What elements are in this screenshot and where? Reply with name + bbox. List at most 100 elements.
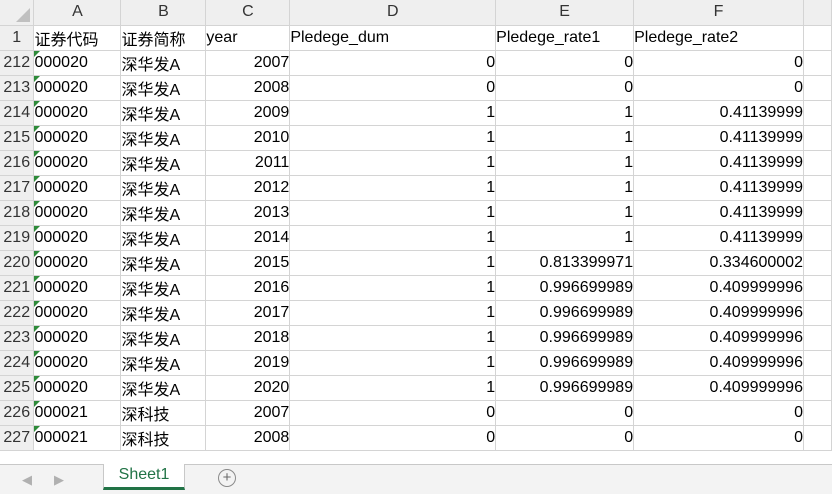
code-cell[interactable]: 000020 — [33, 200, 122, 226]
pledge-rate2-cell[interactable]: 0.334600002 — [633, 250, 804, 276]
name-cell[interactable]: 深华发A — [120, 250, 207, 276]
pledge-rate1-cell[interactable]: 0.813399971 — [495, 250, 635, 276]
row-header[interactable]: 225 — [0, 375, 35, 401]
code-cell[interactable]: 000020 — [33, 225, 122, 251]
pledge-rate1-cell[interactable]: 0 — [495, 425, 635, 451]
pledge-rate1-cell[interactable]: 0.996699989 — [495, 300, 635, 326]
row-header[interactable]: 226 — [0, 400, 35, 426]
cell-g1[interactable] — [803, 25, 832, 51]
name-cell[interactable]: 深华发A — [120, 275, 207, 301]
cell-f1[interactable]: Pledege_rate2 — [633, 25, 804, 51]
name-cell[interactable]: 深华发A — [120, 175, 207, 201]
row-header[interactable]: 214 — [0, 100, 35, 126]
pledge-rate2-cell[interactable]: 0.41139999 — [633, 150, 804, 176]
empty-cell[interactable] — [803, 175, 832, 201]
pledge-dum-cell[interactable]: 1 — [289, 225, 497, 251]
name-cell[interactable]: 深科技 — [120, 400, 207, 426]
code-cell[interactable]: 000020 — [33, 275, 122, 301]
pledge-rate1-cell[interactable]: 1 — [495, 175, 635, 201]
code-cell[interactable]: 000020 — [33, 175, 122, 201]
code-cell[interactable]: 000020 — [33, 375, 122, 401]
name-cell[interactable]: 深华发A — [120, 350, 207, 376]
row-header[interactable]: 215 — [0, 125, 35, 151]
pledge-rate1-cell[interactable]: 1 — [495, 125, 635, 151]
pledge-dum-cell[interactable]: 1 — [289, 200, 497, 226]
name-cell[interactable]: 深科技 — [120, 425, 207, 451]
year-cell[interactable]: 2019 — [205, 350, 291, 376]
row-header[interactable]: 219 — [0, 225, 35, 251]
pledge-rate2-cell[interactable]: 0.41139999 — [633, 175, 804, 201]
code-cell[interactable]: 000020 — [33, 300, 122, 326]
pledge-dum-cell[interactable]: 1 — [289, 275, 497, 301]
pledge-rate2-cell[interactable]: 0.41139999 — [633, 225, 804, 251]
scroll-tabs-right-icon[interactable]: ▶ — [54, 472, 64, 488]
year-cell[interactable]: 2013 — [205, 200, 291, 226]
year-cell[interactable]: 2020 — [205, 375, 291, 401]
cell-a1[interactable]: 证券代码 — [33, 25, 122, 51]
pledge-rate1-cell[interactable]: 1 — [495, 200, 635, 226]
pledge-rate1-cell[interactable]: 0.996699989 — [495, 375, 635, 401]
pledge-rate2-cell[interactable]: 0.409999996 — [633, 300, 804, 326]
scroll-tabs-left-icon[interactable]: ◀ — [22, 472, 32, 488]
year-cell[interactable]: 2015 — [205, 250, 291, 276]
empty-cell[interactable] — [803, 225, 832, 251]
code-cell[interactable]: 000020 — [33, 350, 122, 376]
pledge-rate1-cell[interactable]: 0 — [495, 400, 635, 426]
name-cell[interactable]: 深华发A — [120, 100, 207, 126]
pledge-rate1-cell[interactable]: 1 — [495, 100, 635, 126]
pledge-rate2-cell[interactable]: 0 — [633, 425, 804, 451]
select-all-corner[interactable] — [0, 0, 35, 26]
row-header[interactable]: 221 — [0, 275, 35, 301]
column-header-f[interactable]: F — [633, 0, 804, 26]
year-cell[interactable]: 2018 — [205, 325, 291, 351]
year-cell[interactable]: 2014 — [205, 225, 291, 251]
year-cell[interactable]: 2010 — [205, 125, 291, 151]
row-header[interactable]: 224 — [0, 350, 35, 376]
empty-cell[interactable] — [803, 50, 832, 76]
empty-cell[interactable] — [803, 200, 832, 226]
pledge-rate1-cell[interactable]: 1 — [495, 150, 635, 176]
year-cell[interactable]: 2011 — [205, 150, 291, 176]
code-cell[interactable]: 000021 — [33, 425, 122, 451]
pledge-rate1-cell[interactable]: 0 — [495, 75, 635, 101]
code-cell[interactable]: 000021 — [33, 400, 122, 426]
pledge-dum-cell[interactable]: 0 — [289, 50, 497, 76]
pledge-rate1-cell[interactable]: 1 — [495, 225, 635, 251]
column-header-d[interactable]: D — [289, 0, 497, 26]
pledge-rate1-cell[interactable]: 0.996699989 — [495, 275, 635, 301]
pledge-rate2-cell[interactable]: 0.41139999 — [633, 200, 804, 226]
column-header-a[interactable]: A — [33, 0, 122, 26]
code-cell[interactable]: 000020 — [33, 50, 122, 76]
code-cell[interactable]: 000020 — [33, 100, 122, 126]
year-cell[interactable]: 2007 — [205, 400, 291, 426]
name-cell[interactable]: 深华发A — [120, 125, 207, 151]
name-cell[interactable]: 深华发A — [120, 325, 207, 351]
pledge-dum-cell[interactable]: 1 — [289, 300, 497, 326]
row-header[interactable]: 1 — [0, 25, 35, 51]
pledge-dum-cell[interactable]: 0 — [289, 400, 497, 426]
year-cell[interactable]: 2008 — [205, 75, 291, 101]
empty-cell[interactable] — [803, 400, 832, 426]
cell-d1[interactable]: Pledege_dum — [289, 25, 497, 51]
empty-cell[interactable] — [803, 350, 832, 376]
cell-e1[interactable]: Pledege_rate1 — [495, 25, 635, 51]
pledge-rate1-cell[interactable]: 0 — [495, 50, 635, 76]
pledge-dum-cell[interactable]: 1 — [289, 325, 497, 351]
pledge-dum-cell[interactable]: 1 — [289, 350, 497, 376]
name-cell[interactable]: 深华发A — [120, 50, 207, 76]
pledge-dum-cell[interactable]: 0 — [289, 75, 497, 101]
pledge-dum-cell[interactable]: 1 — [289, 150, 497, 176]
row-header[interactable]: 222 — [0, 300, 35, 326]
column-header-b[interactable]: B — [120, 0, 207, 26]
cell-c1[interactable]: year — [205, 25, 291, 51]
name-cell[interactable]: 深华发A — [120, 375, 207, 401]
row-header[interactable]: 223 — [0, 325, 35, 351]
name-cell[interactable]: 深华发A — [120, 225, 207, 251]
code-cell[interactable]: 000020 — [33, 150, 122, 176]
pledge-dum-cell[interactable]: 1 — [289, 375, 497, 401]
pledge-dum-cell[interactable]: 1 — [289, 100, 497, 126]
row-header[interactable]: 220 — [0, 250, 35, 276]
row-header[interactable]: 227 — [0, 425, 35, 451]
pledge-rate1-cell[interactable]: 0.996699989 — [495, 350, 635, 376]
name-cell[interactable]: 深华发A — [120, 75, 207, 101]
